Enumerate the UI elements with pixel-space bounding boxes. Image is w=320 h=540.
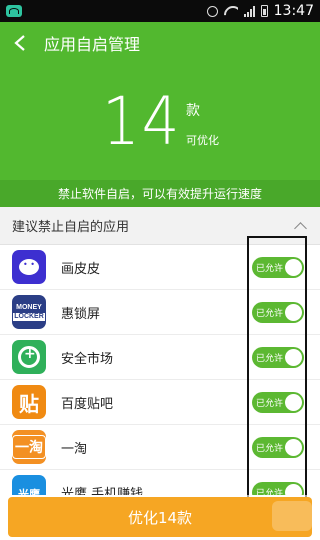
app-name: 画皮皮	[61, 261, 101, 277]
autostart-toggle[interactable]: 已允许	[252, 437, 304, 458]
toggle-label: 已允许	[256, 264, 284, 274]
header: 应用自启管理 14 款 可优化 禁止软件自启，可以有效提升运行速度	[0, 22, 320, 207]
count-caption: 可优化	[186, 134, 219, 147]
battery-icon	[260, 5, 268, 17]
status-icons: 13:47	[206, 3, 320, 19]
page-title: 应用自启管理	[44, 35, 141, 54]
toggle-knob	[285, 304, 302, 321]
toggle-knob	[285, 349, 302, 366]
alarm-icon	[206, 5, 218, 17]
app-name: 安全市场	[61, 351, 114, 367]
autostart-toggle[interactable]: 已允许	[252, 302, 304, 323]
autostart-toggle[interactable]: 已允许	[252, 482, 304, 495]
app-screen: 13:47 应用自启管理 14 款 可优化 禁止软件自启，可以有效提升运行速度 …	[0, 0, 320, 540]
yitao-icon: 一淘	[12, 430, 46, 464]
tip-text: 禁止软件自启，可以有效提升运行速度	[57, 187, 262, 201]
toggle-label: 已允许	[256, 489, 284, 495]
money-locker-icon: MONEY LOCKER	[12, 295, 46, 329]
app-name: 百度贴吧	[61, 396, 114, 412]
app-notification-icon	[6, 5, 22, 17]
list-item: 一淘 一淘 已允许	[0, 425, 320, 470]
list-item: 光鹰 光鹰 手机赚钱 已允许	[0, 470, 320, 495]
watermark	[272, 501, 312, 531]
toggle-label: 已允许	[256, 444, 284, 454]
optimize-button[interactable]: 优化14款	[8, 497, 312, 537]
section-title: 建议禁止自启的应用	[12, 220, 130, 235]
chevron-up-icon[interactable]	[294, 220, 306, 232]
section-header[interactable]: 建议禁止自启的应用	[0, 207, 320, 245]
status-time: 13:47	[273, 3, 314, 19]
bottom-bar: 优化14款	[0, 495, 320, 540]
list-item: 画皮皮 已允许	[0, 245, 320, 290]
app-name: 惠锁屏	[61, 306, 101, 322]
toggle-knob	[285, 439, 302, 456]
list-item: 贴 百度贴吧 已允许	[0, 380, 320, 425]
back-button[interactable]	[10, 31, 30, 55]
autostart-toggle[interactable]: 已允许	[252, 257, 304, 278]
autostart-toggle[interactable]: 已允许	[252, 392, 304, 413]
toggle-label: 已允许	[256, 399, 284, 409]
nav-bar: 应用自启管理	[0, 22, 320, 64]
autostart-toggle[interactable]: 已允许	[252, 347, 304, 368]
list-item: MONEY LOCKER 惠锁屏 已允许	[0, 290, 320, 335]
wifi-icon	[224, 6, 238, 16]
toggle-knob	[285, 484, 302, 495]
toggle-label: 已允许	[256, 309, 284, 319]
tip-bar: 禁止软件自启，可以有效提升运行速度	[0, 180, 320, 207]
count-unit: 款	[186, 103, 200, 119]
app-list: 画皮皮 已允许 MONEY LOCKER 惠锁屏 已允许 安全市场 已允许	[0, 245, 320, 495]
status-bar: 13:47	[0, 0, 320, 22]
safe-market-icon	[12, 340, 46, 374]
chevron-left-icon	[14, 35, 25, 51]
toggle-label: 已允许	[256, 354, 284, 364]
signal-icon	[243, 5, 255, 17]
app-name: 光鹰 手机赚钱	[61, 486, 144, 496]
huapipi-icon	[12, 250, 46, 284]
list-item: 安全市场 已允许	[0, 335, 320, 380]
app-name: 一淘	[61, 441, 88, 457]
toggle-knob	[285, 259, 302, 276]
optimizable-count: 14 款 可优化	[0, 82, 320, 162]
tieba-icon: 贴	[12, 385, 46, 419]
guangying-icon: 光鹰	[12, 475, 46, 495]
count-number: 14	[102, 83, 182, 160]
toggle-knob	[285, 394, 302, 411]
